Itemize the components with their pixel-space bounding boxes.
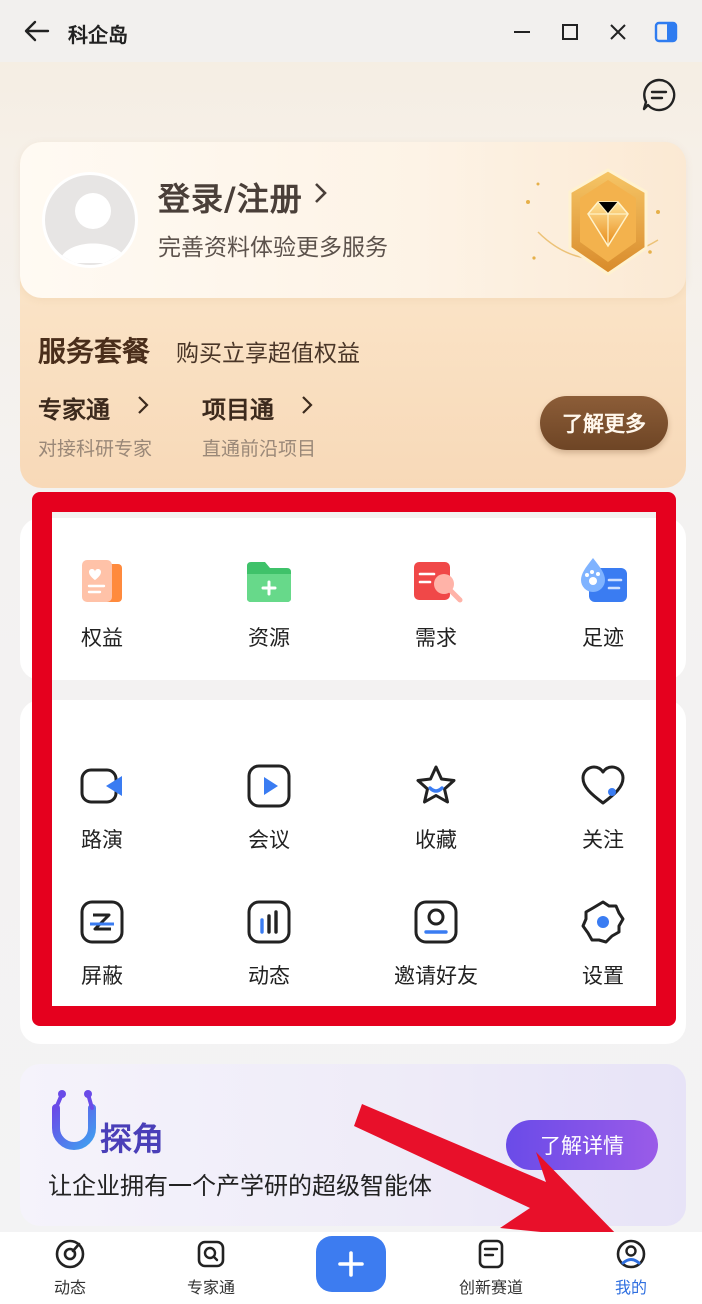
roadshow-icon bbox=[80, 768, 122, 804]
feature-label: 邀请好友 bbox=[394, 964, 478, 988]
chevron-right-icon bbox=[302, 396, 313, 414]
profile-subtitle: 完善资料体验更多服务 bbox=[158, 235, 388, 261]
feature-label: 屏蔽 bbox=[81, 964, 123, 988]
feature-label: 关注 bbox=[582, 828, 624, 852]
feature-label: 需求 bbox=[415, 626, 457, 650]
feature-roadshow[interactable]: 路演 bbox=[32, 762, 172, 854]
star-icon bbox=[416, 765, 456, 804]
feature-label: 收藏 bbox=[415, 828, 457, 852]
nav-label: 专家通 bbox=[186, 1278, 235, 1297]
feature-demand[interactable]: 需求 bbox=[366, 554, 506, 652]
promo-brand-name: 探角 bbox=[100, 1120, 165, 1158]
close-icon[interactable] bbox=[604, 18, 632, 46]
window-titlebar: 科企岛 bbox=[0, 0, 702, 62]
profile-service-card: 登录/注册 完善资料体验更多服务 服务套餐 购买立享超值权益 专家通 对接科研专… bbox=[20, 142, 686, 488]
profile-icon bbox=[616, 1239, 646, 1269]
maximize-icon[interactable] bbox=[556, 18, 584, 46]
nav-label: 创新赛道 bbox=[458, 1278, 523, 1297]
service-package-title: 服务套餐 bbox=[38, 335, 151, 368]
project-pass-desc: 直通前沿项目 bbox=[202, 438, 317, 460]
feature-label: 动态 bbox=[248, 964, 290, 988]
expert-search-icon bbox=[197, 1240, 225, 1268]
compass-icon bbox=[55, 1239, 85, 1269]
side-panel-icon[interactable] bbox=[652, 18, 680, 46]
nav-expert-pass[interactable]: 专家通 bbox=[166, 1238, 256, 1298]
add-button[interactable] bbox=[316, 1236, 386, 1292]
feature-resources[interactable]: 资源 bbox=[199, 554, 339, 652]
invite-friend-icon bbox=[414, 900, 458, 944]
feature-settings[interactable]: 设置 bbox=[533, 898, 673, 990]
avatar[interactable] bbox=[42, 172, 138, 268]
back-arrow-icon[interactable] bbox=[22, 16, 52, 46]
expert-pass-desc: 对接科研专家 bbox=[38, 438, 153, 460]
heart-icon bbox=[581, 765, 625, 805]
bottom-navigation: 动态 专家通 创新赛道 我的 bbox=[0, 1232, 702, 1304]
plus-icon bbox=[338, 1251, 364, 1277]
feature-label: 权益 bbox=[81, 626, 123, 650]
login-panel[interactable]: 登录/注册 完善资料体验更多服务 bbox=[20, 142, 686, 298]
nav-label: 我的 bbox=[614, 1278, 647, 1297]
feature-meeting[interactable]: 会议 bbox=[199, 762, 339, 854]
learn-more-button[interactable]: 了解更多 bbox=[540, 396, 668, 450]
feature-invite-friends[interactable]: 邀请好友 bbox=[366, 898, 506, 990]
feature-label: 资源 bbox=[248, 626, 290, 650]
diamond-badge-icon bbox=[526, 168, 660, 276]
chevron-right-icon bbox=[315, 183, 327, 203]
track-icon bbox=[478, 1239, 504, 1269]
login-register-link[interactable]: 登录/注册 bbox=[158, 174, 303, 220]
feature-label: 会议 bbox=[248, 828, 290, 852]
block-icon bbox=[80, 900, 124, 944]
feature-panel-top: 权益 资源 需求 足迹 bbox=[20, 518, 686, 680]
demand-search-icon bbox=[414, 562, 463, 603]
feature-label: 路演 bbox=[81, 828, 123, 852]
resource-folder-icon bbox=[247, 562, 291, 602]
meeting-play-icon bbox=[247, 764, 291, 808]
message-icon[interactable] bbox=[640, 76, 678, 114]
feature-favorites[interactable]: 收藏 bbox=[366, 762, 506, 854]
feature-panel-bottom: 路演 会议 收藏 关注 屏蔽 动态 邀请好友 设置 bbox=[20, 700, 686, 1044]
nav-innovation-track[interactable]: 创新赛道 bbox=[446, 1238, 536, 1298]
expert-pass-link[interactable]: 专家通 bbox=[38, 390, 110, 425]
project-pass-link[interactable]: 项目通 bbox=[202, 390, 274, 425]
app-root: 科企岛 登录/注册 完善资料体验更多服务 服务套餐 购买立享超值权益 专家通 对… bbox=[0, 0, 702, 1304]
rights-icon bbox=[82, 560, 122, 602]
tanjiao-logo-icon bbox=[52, 1090, 96, 1150]
nav-activity[interactable]: 动态 bbox=[25, 1238, 115, 1298]
nav-label: 动态 bbox=[53, 1278, 86, 1297]
feature-follow[interactable]: 关注 bbox=[533, 762, 673, 854]
feature-block[interactable]: 屏蔽 bbox=[32, 898, 172, 990]
feature-footprint[interactable]: 足迹 bbox=[533, 554, 673, 652]
chevron-right-icon bbox=[138, 396, 149, 414]
feature-rights[interactable]: 权益 bbox=[32, 554, 172, 652]
service-package-subtitle: 购买立享超值权益 bbox=[176, 341, 360, 367]
minimize-icon[interactable] bbox=[508, 18, 536, 46]
feature-activity[interactable]: 动态 bbox=[199, 898, 339, 990]
nav-mine[interactable]: 我的 bbox=[586, 1238, 676, 1298]
default-avatar-icon bbox=[59, 193, 127, 263]
settings-gear-icon bbox=[581, 900, 625, 944]
feature-label: 设置 bbox=[582, 964, 624, 988]
feature-label: 足迹 bbox=[582, 626, 624, 650]
activity-chart-icon bbox=[247, 900, 291, 944]
footprint-icon bbox=[581, 558, 627, 602]
window-title: 科企岛 bbox=[68, 23, 128, 47]
